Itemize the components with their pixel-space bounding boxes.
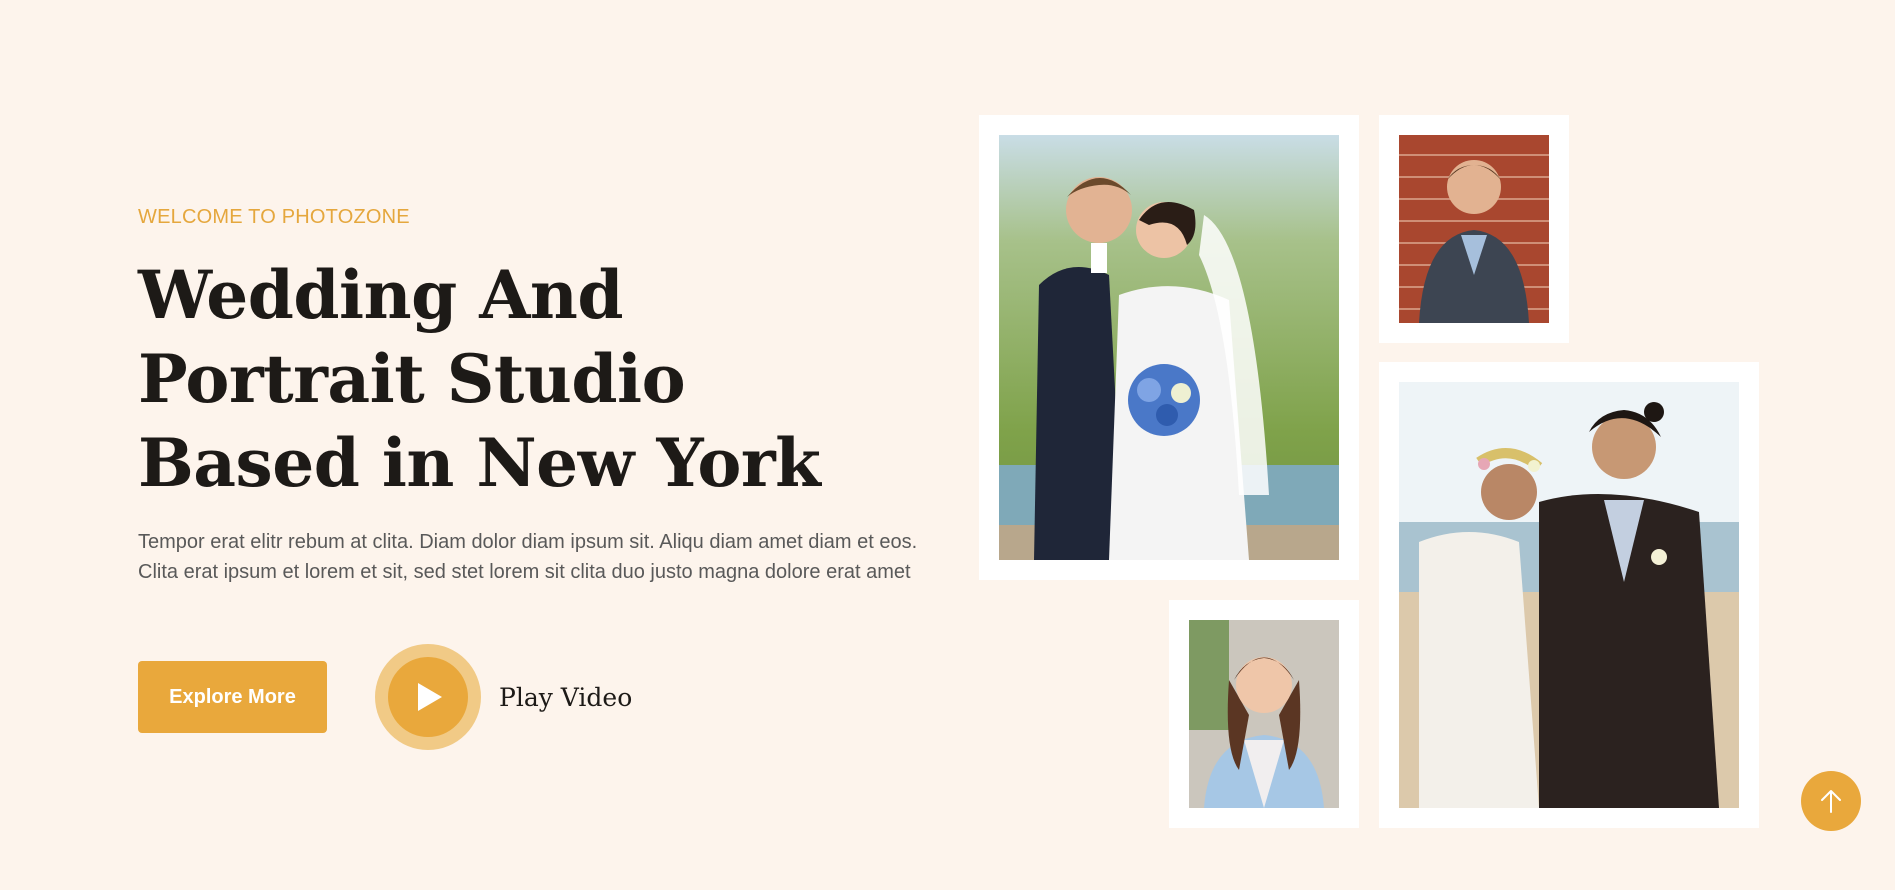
- wedding-couple-photo: [999, 135, 1339, 560]
- man-portrait-photo: [1399, 135, 1549, 323]
- play-button-ring[interactable]: [375, 644, 481, 750]
- play-video-label[interactable]: Play Video: [499, 683, 632, 712]
- hero-eyebrow: WELCOME TO PHOTOZONE: [138, 206, 410, 228]
- arrow-up-icon: [1821, 790, 1841, 813]
- play-icon: [418, 683, 442, 711]
- man-portrait-photo-frame: [1379, 115, 1569, 343]
- explore-more-button[interactable]: Explore More: [138, 661, 327, 733]
- boho-couple-photo: [1399, 382, 1739, 808]
- hero-title: Wedding And Portrait Studio Based in New…: [138, 256, 821, 502]
- hero-actions: Explore More Play Video: [138, 644, 632, 750]
- scroll-to-top-button[interactable]: [1801, 771, 1861, 831]
- play-video-button[interactable]: Play Video: [375, 644, 632, 750]
- wedding-couple-photo-frame: [979, 115, 1359, 580]
- woman-portrait-photo: [1189, 620, 1339, 808]
- play-button-circle[interactable]: [388, 657, 468, 737]
- hero-description: Tempor erat elitr rebum at clita. Diam d…: [138, 531, 918, 583]
- hero-text: WELCOME TO PHOTOZONE Wedding And Portrai…: [138, 206, 928, 587]
- woman-portrait-photo-frame: [1169, 600, 1359, 828]
- boho-couple-photo-frame: [1379, 362, 1759, 828]
